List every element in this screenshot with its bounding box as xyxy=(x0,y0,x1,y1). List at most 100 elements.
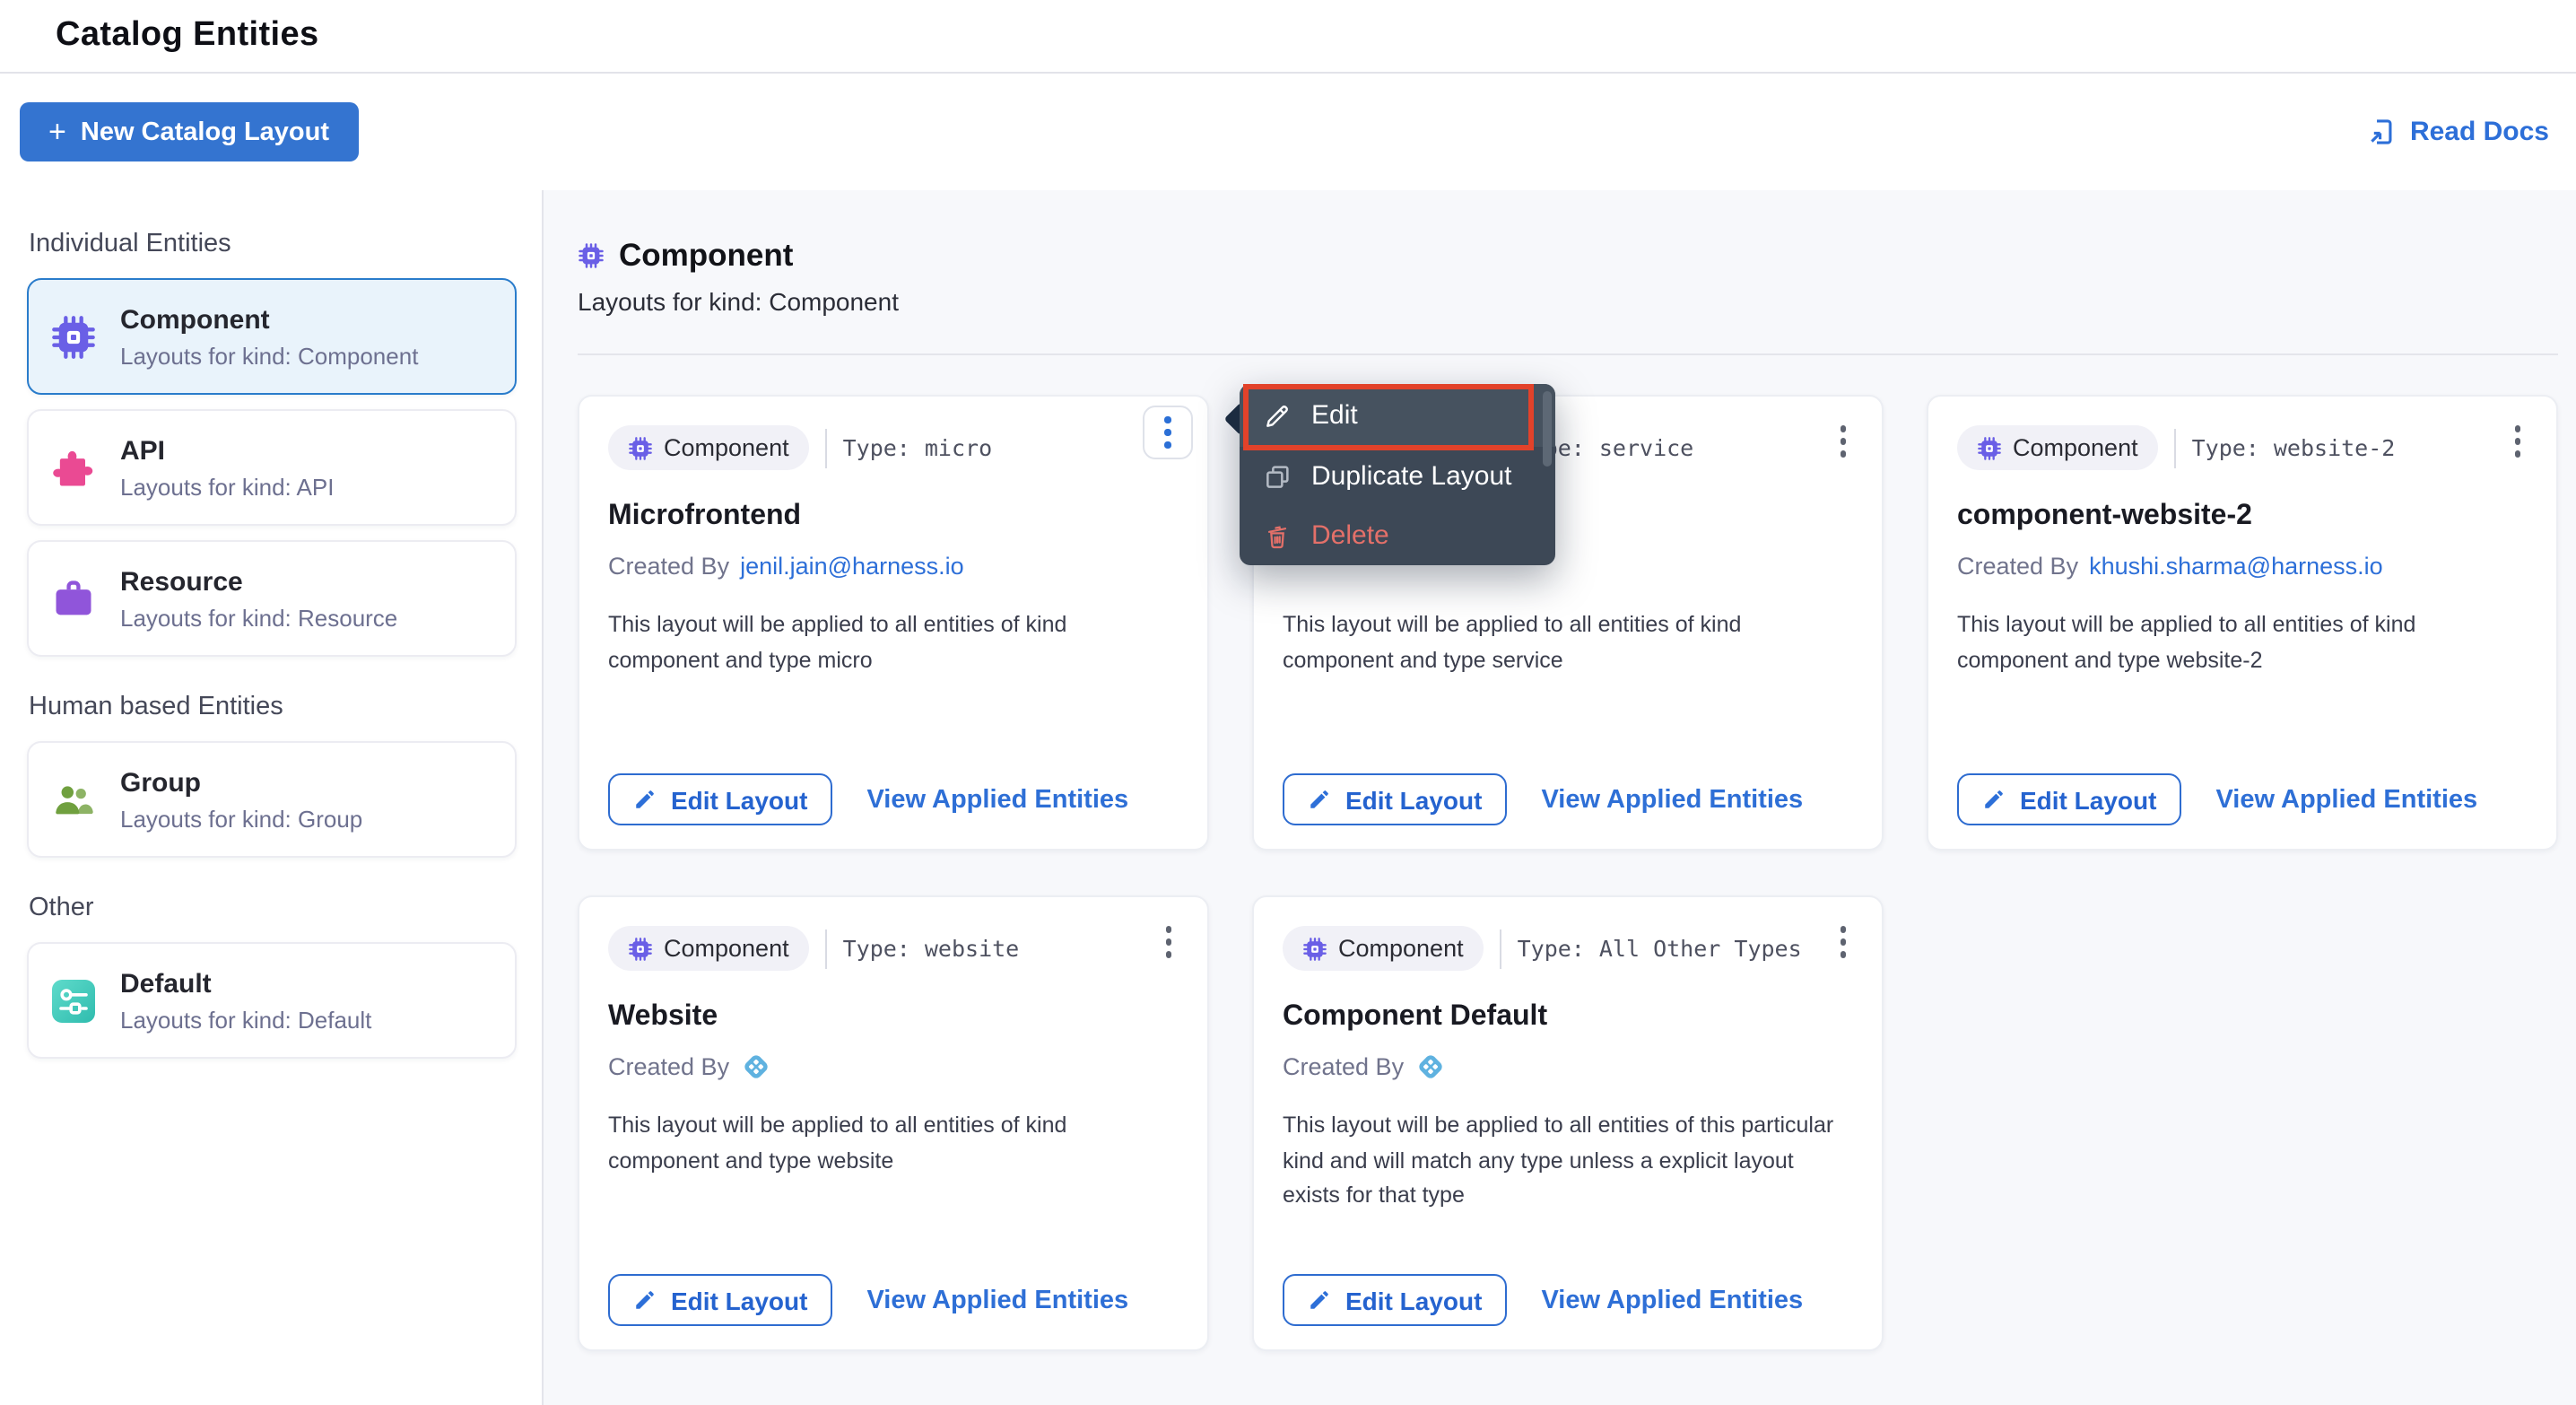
layout-description: This layout will be applied to all entit… xyxy=(1283,1109,1857,1214)
kebab-dot xyxy=(1165,430,1171,436)
layout-title: Component Default xyxy=(1283,1001,1853,1037)
kind-badge: Component xyxy=(608,926,809,971)
sidebar-item-subtitle: Layouts for kind: Group xyxy=(120,805,362,832)
kebab-dot xyxy=(1840,450,1846,457)
kind-badge: Component xyxy=(1283,926,1484,971)
kind-badge: Component xyxy=(1957,425,2158,470)
read-docs-icon xyxy=(2367,117,2398,147)
entity-kind-sidebar: Individual Entities Component Layouts fo… xyxy=(0,190,544,1405)
read-docs-link[interactable]: Read Docs xyxy=(2367,117,2549,147)
type-prefix: Type: xyxy=(1518,935,1585,962)
sidebar-item-text: Group Layouts for kind: Group xyxy=(120,767,362,832)
created-by-email-link[interactable]: jenil.jain@harness.io xyxy=(740,552,964,579)
sidebar-item-title: Resource xyxy=(120,566,397,598)
card-menu-button[interactable] xyxy=(2507,418,2528,464)
badge-row: Component Type:website-2 xyxy=(1957,425,2528,470)
sidebar-item-group[interactable]: Group Layouts for kind: Group xyxy=(27,741,517,858)
created-by-row: Created By xyxy=(608,1048,1179,1084)
content-divider xyxy=(578,353,2558,355)
group-people-icon xyxy=(50,776,97,823)
view-applied-entities-link[interactable]: View Applied Entities xyxy=(1541,785,1803,814)
sidebar-item-text: API Layouts for kind: API xyxy=(120,435,334,500)
edit-layout-button[interactable]: Edit Layout xyxy=(608,1274,832,1326)
new-catalog-layout-button[interactable]: + New Catalog Layout xyxy=(20,102,358,161)
kebab-dot xyxy=(1840,425,1846,432)
card-menu-button[interactable] xyxy=(1158,919,1179,964)
layout-title: Website xyxy=(608,1001,1179,1037)
card-actions: Edit Layout View Applied Entities xyxy=(1283,773,1803,825)
sidebar-item-resource[interactable]: Resource Layouts for kind: Resource xyxy=(27,540,517,657)
page-title: Catalog Entities xyxy=(56,16,319,56)
view-applied-entities-link[interactable]: View Applied Entities xyxy=(866,785,1128,814)
card-menu-button-active[interactable] xyxy=(1143,406,1193,459)
card-menu-button[interactable] xyxy=(1832,919,1853,964)
edit-layout-button[interactable]: Edit Layout xyxy=(1283,1274,1507,1326)
kebab-dot xyxy=(1840,951,1846,957)
view-applied-entities-link[interactable]: View Applied Entities xyxy=(1541,1286,1803,1314)
edit-layout-label: Edit Layout xyxy=(1345,1286,1482,1314)
edit-layout-button[interactable]: Edit Layout xyxy=(1283,773,1507,825)
view-applied-entities-link[interactable]: View Applied Entities xyxy=(2215,785,2477,814)
kind-badge-label: Component xyxy=(1338,935,1464,962)
badge-divider xyxy=(825,428,827,467)
kebab-dot xyxy=(2514,438,2520,444)
type-prefix: Type: xyxy=(843,935,910,962)
badge-row: Component Type: website xyxy=(608,926,1179,971)
kebab-dot xyxy=(2514,425,2520,432)
plus-icon: + xyxy=(48,117,66,147)
menu-item-edit[interactable]: Edit xyxy=(1240,384,1555,447)
sidebar-section-label: Other xyxy=(29,894,517,922)
menu-item-delete[interactable]: Delete xyxy=(1240,506,1555,565)
sidebar-item-title: Component xyxy=(120,304,418,336)
created-by-email-link[interactable]: khushi.sharma@harness.io xyxy=(2089,552,2383,579)
type-label: Type:All Other Types xyxy=(1518,935,1802,962)
layout-card-website: Component Type: website Website Created B… xyxy=(578,895,1209,1351)
duplicate-copy-icon xyxy=(1263,462,1292,491)
layout-card-component-default: Component Type:All Other Types Component… xyxy=(1252,895,1884,1351)
edit-layout-label: Edit Layout xyxy=(1345,785,1482,814)
edit-layout-button[interactable]: Edit Layout xyxy=(608,773,832,825)
edit-layout-button[interactable]: Edit Layout xyxy=(1957,773,2181,825)
sidebar-item-title: Default xyxy=(120,968,371,1000)
kind-badge-label: Component xyxy=(664,935,789,962)
created-by-row: Created By khushi.sharma@harness.io xyxy=(1957,547,2528,583)
layouts-panel: Component Layouts for kind: Component Co… xyxy=(544,190,2576,1405)
toolbar: + New Catalog Layout Read Docs xyxy=(0,74,2576,190)
sidebar-item-component[interactable]: Component Layouts for kind: Component xyxy=(27,278,517,395)
kind-title: Component xyxy=(619,237,793,275)
kind-badge-label: Component xyxy=(664,434,789,461)
sidebar-item-api[interactable]: API Layouts for kind: API xyxy=(27,409,517,526)
layout-card-component-website-2: Component Type:website-2 component-websi… xyxy=(1927,395,2558,851)
type-prefix: Type: xyxy=(843,434,910,461)
read-docs-label: Read Docs xyxy=(2410,117,2549,147)
menu-item-duplicate[interactable]: Duplicate Layout xyxy=(1240,447,1555,506)
created-by-row: Created By jenil.jain@harness.io xyxy=(608,547,1179,583)
sidebar-section-human: Human based Entities Group Layouts for k… xyxy=(27,693,517,858)
sidebar-section-label: Human based Entities xyxy=(29,693,517,721)
edit-pencil-icon xyxy=(1263,401,1292,430)
delete-trash-icon xyxy=(1263,521,1292,550)
layout-title: component-website-2 xyxy=(1957,501,2528,537)
kind-header: Component xyxy=(578,237,2576,275)
card-actions: Edit Layout View Applied Entities xyxy=(608,1274,1128,1326)
sidebar-item-text: Resource Layouts for kind: Resource xyxy=(120,566,397,631)
layout-description: This layout will be applied to all entit… xyxy=(1283,608,1857,678)
card-menu-button[interactable] xyxy=(1832,418,1853,464)
component-chip-icon xyxy=(1977,435,2002,460)
layout-title: Microfrontend xyxy=(608,501,1179,537)
kebab-dot xyxy=(1165,417,1171,423)
badge-divider xyxy=(1500,929,1501,968)
menu-scrollbar[interactable] xyxy=(1543,391,1552,467)
component-chip-icon xyxy=(628,435,653,460)
edit-layout-label: Edit Layout xyxy=(2020,785,2156,814)
created-by-prefix: Created By xyxy=(608,552,729,579)
harness-logo-icon xyxy=(1414,1051,1445,1081)
sidebar-item-title: Group xyxy=(120,767,362,799)
default-tune-icon xyxy=(50,977,97,1024)
sidebar-item-default[interactable]: Default Layouts for kind: Default xyxy=(27,942,517,1059)
view-applied-entities-link[interactable]: View Applied Entities xyxy=(866,1286,1128,1314)
kebab-dot xyxy=(1165,926,1171,932)
sidebar-item-subtitle: Layouts for kind: Component xyxy=(120,342,418,369)
type-value: website xyxy=(925,935,1019,962)
menu-item-label: Duplicate Layout xyxy=(1311,461,1512,492)
